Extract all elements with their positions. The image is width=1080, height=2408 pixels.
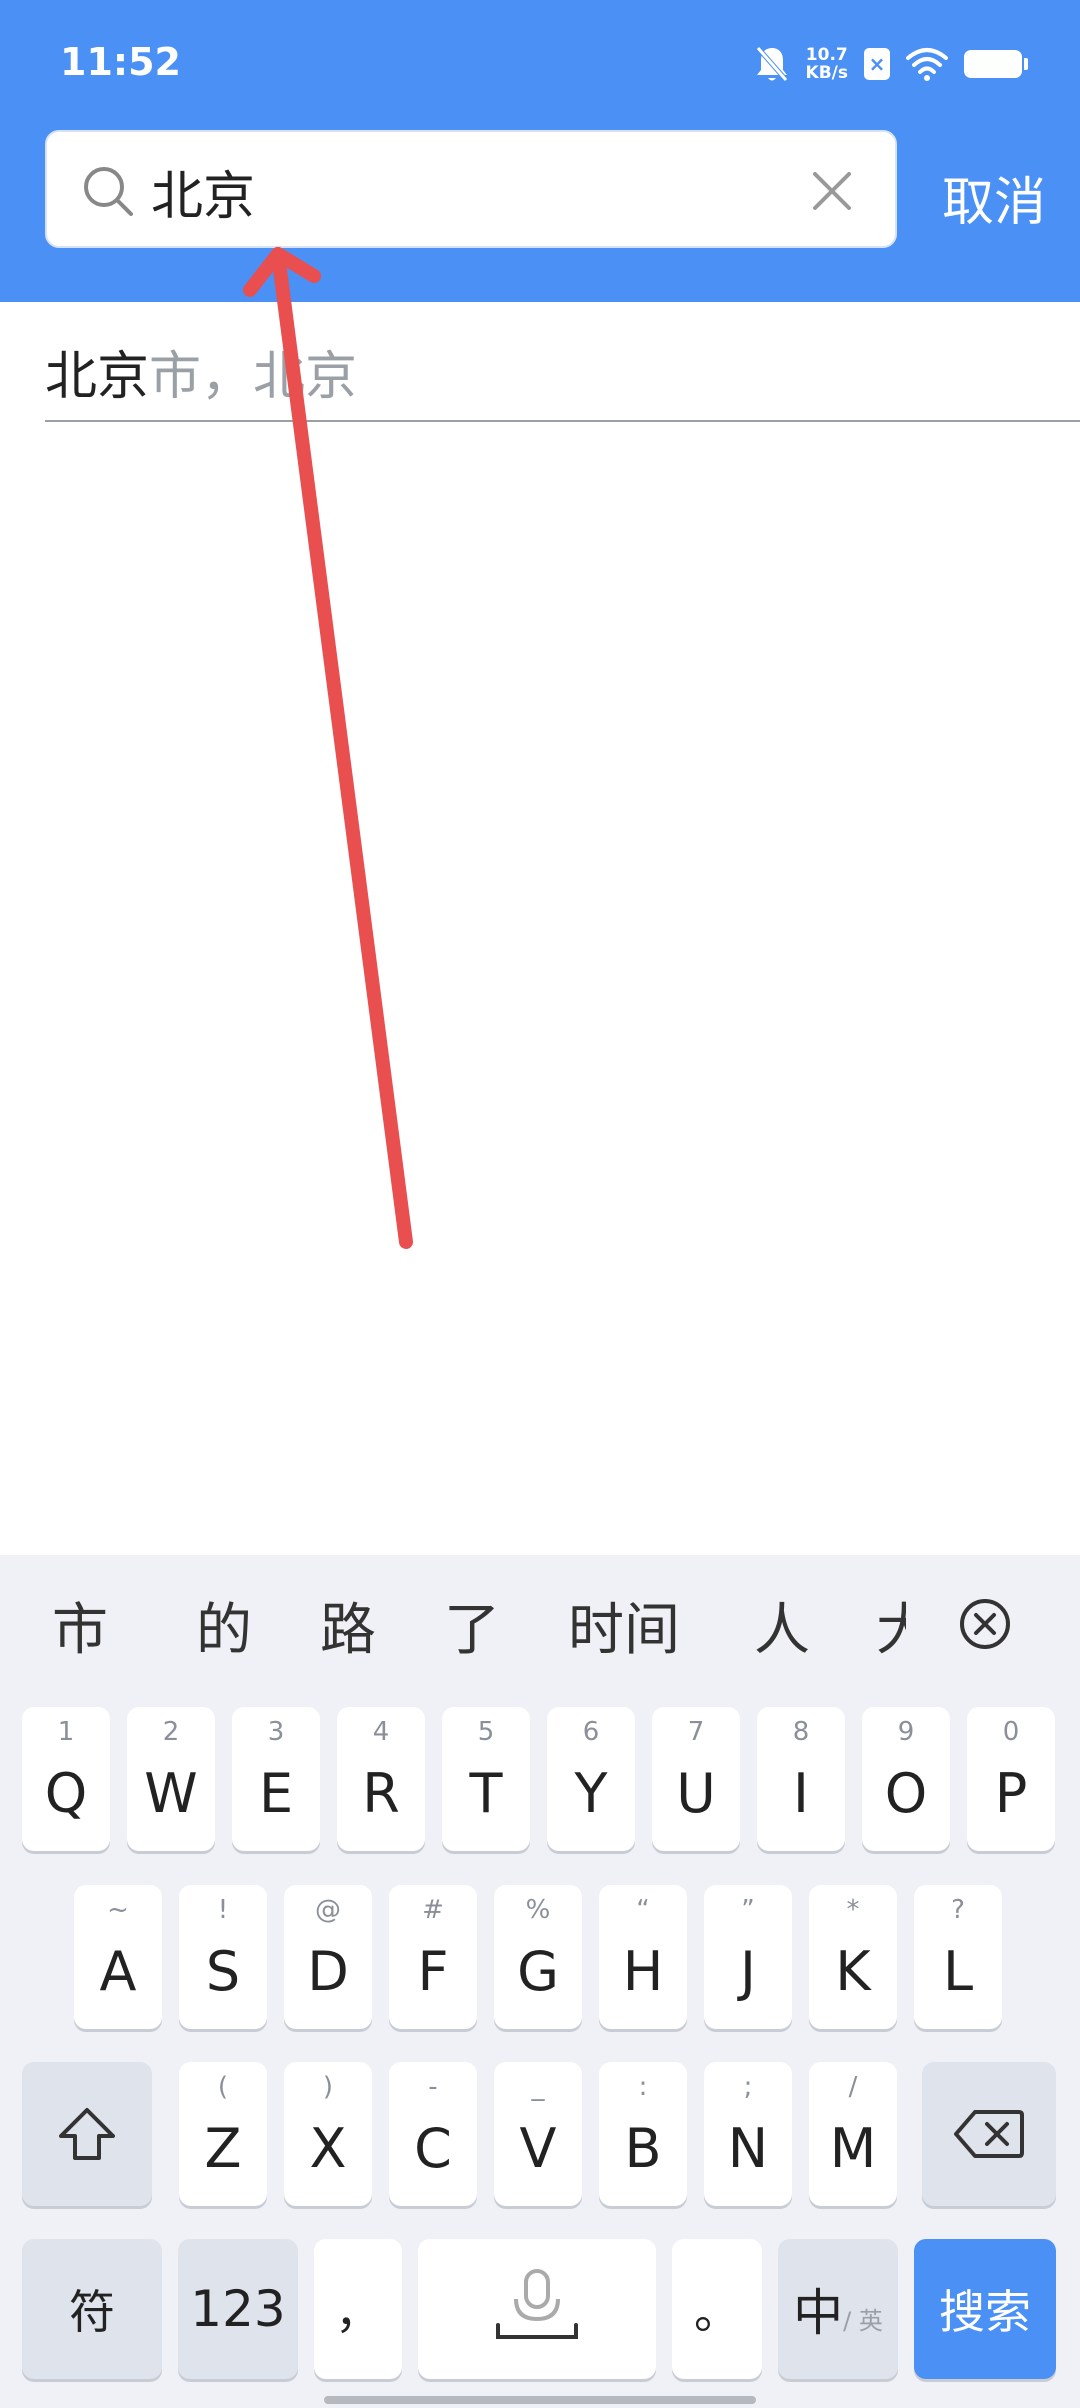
key-x[interactable]: ) X — [284, 2062, 372, 2206]
status-time: 11:52 — [60, 40, 181, 84]
clear-icon[interactable] — [809, 168, 855, 214]
key-f[interactable]: # F — [389, 1885, 477, 2029]
key-y[interactable]: 6Y — [547, 1707, 635, 1851]
key-t[interactable]: 5T — [442, 1707, 530, 1851]
key-g[interactable]: % G — [494, 1885, 582, 2029]
key-b[interactable]: :B — [599, 2062, 687, 2206]
key-u[interactable]: 7U — [652, 1707, 740, 1851]
numeric-key[interactable]: 123 — [178, 2239, 298, 2379]
candidate-4[interactable]: 了 — [444, 1585, 500, 1666]
key-a[interactable]: ~ A — [74, 1885, 162, 2029]
key-p[interactable]: 0P — [967, 1707, 1055, 1851]
net-speed: 10.7 KB/s — [806, 46, 848, 82]
key-o[interactable]: 9O — [862, 1707, 950, 1851]
search-input[interactable] — [151, 156, 731, 226]
candidate-2[interactable]: 的 — [196, 1585, 252, 1666]
language-sub: / 英 — [843, 2306, 883, 2335]
space-key[interactable] — [418, 2239, 656, 2379]
wifi-icon — [906, 48, 948, 81]
net-speed-unit: KB/s — [805, 63, 848, 83]
search-key[interactable]: 搜索 — [914, 2239, 1056, 2379]
key-l[interactable]: ? L — [914, 1885, 1002, 2029]
cancel-button[interactable]: 取消 — [942, 160, 1046, 235]
home-indicator[interactable] — [324, 2396, 756, 2404]
key-w[interactable]: 2W — [127, 1707, 215, 1851]
key-e[interactable]: 3E — [232, 1707, 320, 1851]
comma-key[interactable]: ， — [314, 2239, 402, 2379]
sim-icon: × — [864, 48, 890, 80]
search-icon — [84, 167, 133, 216]
search-box[interactable] — [45, 130, 897, 248]
key-m[interactable]: / M — [809, 2062, 897, 2206]
key-n[interactable]: ; N — [704, 2062, 792, 2206]
candidate-3[interactable]: 路 — [320, 1585, 376, 1666]
key-j[interactable]: ” J — [704, 1885, 792, 2029]
symbol-key[interactable]: 符 — [22, 2239, 162, 2379]
shift-key[interactable] — [22, 2062, 152, 2206]
suggestion-text: 北京市，北京 — [45, 334, 357, 409]
backspace-icon — [954, 2110, 1024, 2158]
app-header: 11:52 10.7 KB/s × 取消 — [0, 0, 1080, 302]
suggestion-match: 北京 — [45, 347, 150, 407]
language-main: 中 — [793, 2284, 844, 2342]
candidate-1[interactable]: 市 — [52, 1585, 108, 1666]
suggestion-rest: 市，北京 — [149, 347, 358, 407]
keyboard: 市 的 路 了 时间 人 大 1Q 2W 3E 4R 5T 6Y 7U 8I 9… — [0, 1555, 1080, 2408]
net-speed-value: 10.7 — [805, 45, 848, 65]
key-i[interactable]: 8I — [757, 1707, 845, 1851]
key-q[interactable]: 1Q — [22, 1707, 110, 1851]
bell-mute-icon — [755, 46, 788, 82]
key-v[interactable]: _ V — [494, 2062, 582, 2206]
candidate-5[interactable]: 时间 — [568, 1585, 680, 1666]
language-key[interactable]: 中 / 英 — [778, 2239, 898, 2379]
battery-icon — [964, 50, 1028, 78]
key-z[interactable]: (Z — [179, 2062, 267, 2206]
suggestion-item[interactable]: 北京市，北京 — [45, 302, 1080, 422]
shift-icon — [59, 2108, 115, 2160]
key-r[interactable]: 4R — [337, 1707, 425, 1851]
key-c[interactable]: -C — [389, 2062, 477, 2206]
microphone-icon — [496, 2269, 578, 2339]
backspace-key[interactable] — [922, 2062, 1056, 2206]
candidate-7[interactable]: 大 — [876, 1585, 906, 1666]
candidate-6[interactable]: 人 — [754, 1585, 810, 1666]
status-icons: 10.7 KB/s × — [754, 42, 1028, 86]
key-d[interactable]: @ D — [284, 1885, 372, 2029]
collapse-candidates-icon[interactable] — [958, 1597, 1012, 1651]
key-h[interactable]: “H — [599, 1885, 687, 2029]
key-s[interactable]: ! S — [179, 1885, 267, 2029]
period-key[interactable]: 。 — [672, 2239, 762, 2379]
candidate-bar: 市 的 路 了 时间 人 大 — [0, 1555, 1080, 1695]
key-k[interactable]: * K — [809, 1885, 897, 2029]
